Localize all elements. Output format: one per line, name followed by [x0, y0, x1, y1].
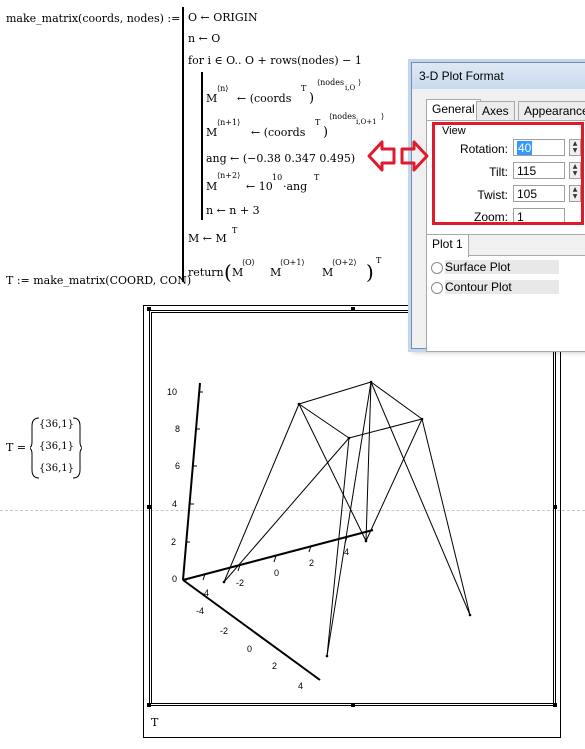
z-tick-0: 0	[172, 574, 177, 584]
z-tick-6: 6	[175, 461, 180, 471]
tab-general[interactable]: General	[426, 99, 481, 122]
z-tick-8: 8	[175, 424, 180, 434]
arrow-left-icon	[367, 140, 396, 172]
double-arrow-annotation	[367, 140, 429, 172]
y-tick-4: 4	[298, 681, 303, 691]
x-tick-neg4: -4	[201, 588, 209, 598]
contour-plot-option[interactable]: Contour Plot	[445, 280, 559, 294]
tab-axes[interactable]: Axes	[476, 101, 515, 121]
z-axis	[182, 382, 201, 581]
dialog-title[interactable]: 3-D Plot Format	[412, 63, 585, 89]
truss-wireframe	[223, 381, 471, 657]
y-tick-neg4: -4	[196, 606, 204, 616]
plot-format-dialog[interactable]: 3-D Plot Format General Axes Appearance …	[411, 62, 585, 352]
x-tick-neg2: -2	[236, 578, 244, 588]
tab-plot-1[interactable]: Plot 1	[426, 234, 469, 257]
tab-appearance[interactable]: Appearance	[518, 101, 585, 121]
z-tick-10: 10	[167, 387, 177, 397]
y-tick-0: 0	[247, 644, 252, 654]
resize-handles[interactable]	[147, 307, 557, 707]
z-tick-2: 2	[171, 537, 176, 547]
contour-plot-radio[interactable]	[431, 282, 443, 294]
z-tick-4: 4	[172, 499, 177, 509]
x-tick-0: 0	[274, 568, 279, 578]
y-tick-2: 2	[272, 661, 277, 671]
truss-nodes	[222, 380, 472, 658]
arrow-right-icon	[400, 140, 429, 172]
highlight-box	[432, 122, 584, 225]
y-tick-neg2: -2	[220, 626, 228, 636]
surface-plot-option[interactable]: Surface Plot	[445, 260, 559, 274]
x-tick-2: 2	[309, 558, 314, 568]
surface-plot-radio[interactable]	[431, 262, 443, 274]
